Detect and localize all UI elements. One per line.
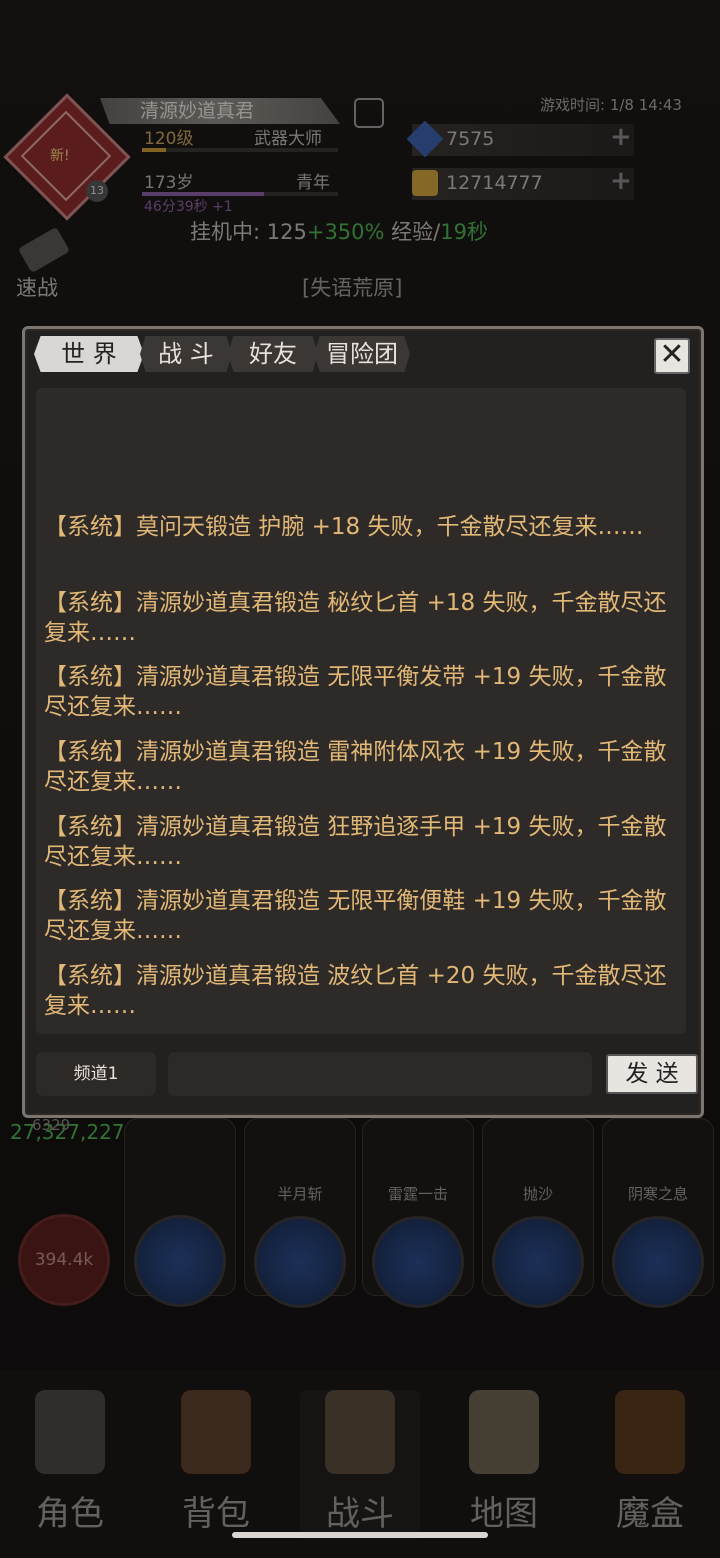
chat-message: 【系统】清源妙道真君锻造 无限平衡发带 +19 失败，千金散尽还复来…… [44, 664, 667, 720]
send-button[interactable]: 发 送 [606, 1054, 698, 1094]
chat-input[interactable] [168, 1052, 592, 1096]
chat-message: 【系统】清源妙道真君锻造 狂野追逐手甲 +19 失败，千金散尽还复来…… [44, 814, 667, 870]
tab-friends[interactable]: 好友 [228, 336, 318, 372]
chat-message: 【系统】清源妙道真君锻造 秘纹匕首 +18 失败，千金散尽还复来…… [44, 590, 667, 646]
close-icon[interactable]: ✕ [654, 338, 690, 374]
chat-message: 【系统】清源妙道真君锻造 雷神附体风衣 +19 失败，千金散尽还复来…… [44, 739, 667, 795]
chat-message: 【系统】清源妙道真君锻造 波纹匕首 +20 失败，千金散尽还复来…… [44, 963, 667, 1019]
chat-message: 【系统】清源妙道真君锻造 无限平衡便鞋 +19 失败，千金散尽还复来…… [44, 888, 667, 944]
chat-message: 【系统】莫问天锻造 护腕 +18 失败，千金散尽还复来…… [44, 514, 644, 540]
tab-battle[interactable]: 战 斗 [140, 336, 232, 372]
tab-world[interactable]: 世 界 [34, 336, 144, 372]
home-indicator [232, 1532, 488, 1538]
channel-select[interactable]: 频道1 [36, 1052, 156, 1096]
tab-guild[interactable]: 冒险团 [314, 336, 410, 372]
